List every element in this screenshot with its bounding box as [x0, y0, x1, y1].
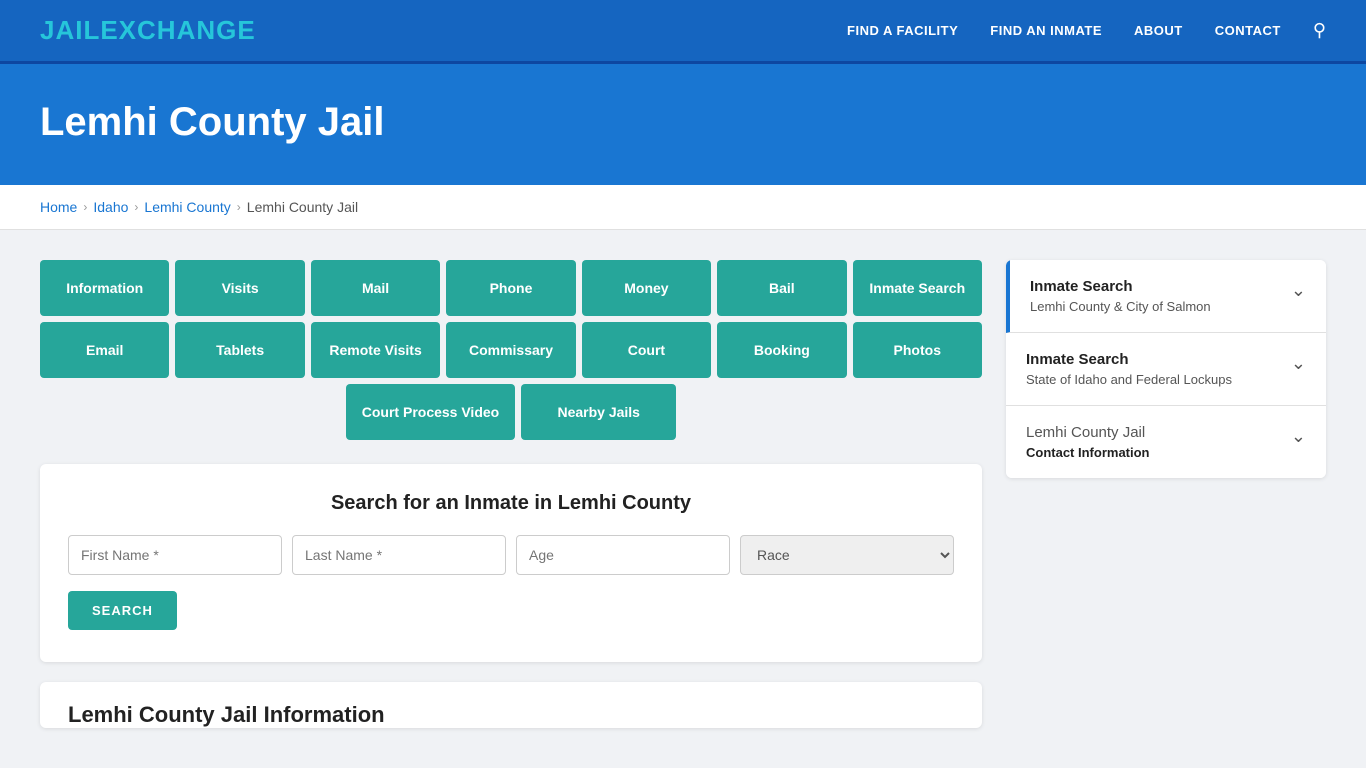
first-name-input[interactable] [68, 535, 282, 575]
search-icon[interactable]: ⚲ [1313, 20, 1326, 41]
btn-court[interactable]: Court [582, 322, 711, 378]
btn-nearby-jails[interactable]: Nearby Jails [521, 384, 676, 440]
search-button[interactable]: SEARCH [68, 591, 177, 630]
age-input[interactable] [516, 535, 730, 575]
logo-jail: JAIL [40, 15, 100, 45]
breadcrumb: Home › Idaho › Lemhi County › Lemhi Coun… [0, 185, 1366, 230]
sidebar-item-2[interactable]: Inmate Search State of Idaho and Federal… [1006, 333, 1326, 406]
find-inmate-link[interactable]: FIND AN INMATE [990, 23, 1102, 38]
nav-links: FIND A FACILITY FIND AN INMATE ABOUT CON… [847, 20, 1326, 41]
btn-mail[interactable]: Mail [311, 260, 440, 316]
sidebar-card: Inmate Search Lemhi County & City of Sal… [1006, 260, 1326, 478]
section-heading: Lemhi County Jail Information [40, 682, 982, 728]
hero-section: Lemhi County Jail [0, 64, 1366, 185]
btn-booking[interactable]: Booking [717, 322, 846, 378]
chevron-down-icon-2: ⌄ [1291, 353, 1306, 374]
btn-money[interactable]: Money [582, 260, 711, 316]
contact-link[interactable]: CONTACT [1215, 23, 1281, 38]
btn-remote-visits[interactable]: Remote Visits [311, 322, 440, 378]
btn-tablets[interactable]: Tablets [175, 322, 304, 378]
btn-inmate-search[interactable]: Inmate Search [853, 260, 982, 316]
breadcrumb-idaho[interactable]: Idaho [93, 199, 128, 215]
sep2: › [134, 200, 138, 214]
btn-court-process-video[interactable]: Court Process Video [346, 384, 515, 440]
sidebar-item-2-title: Inmate Search [1026, 351, 1232, 368]
left-column: Information Visits Mail Phone Money Bail… [40, 260, 982, 728]
search-panel: Search for an Inmate in Lemhi County Rac… [40, 464, 982, 662]
sep3: › [237, 200, 241, 214]
logo-exchange: EXCHANGE [100, 15, 255, 45]
race-select[interactable]: Race [740, 535, 954, 575]
breadcrumb-county[interactable]: Lemhi County [144, 199, 230, 215]
find-facility-link[interactable]: FIND A FACILITY [847, 23, 958, 38]
buttons-row1: Information Visits Mail Phone Money Bail… [40, 260, 982, 316]
chevron-down-icon-1: ⌄ [1291, 280, 1306, 301]
sidebar-item-3-text: Lemhi County Jail Contact Information [1026, 424, 1150, 460]
buttons-row3: Court Process Video Nearby Jails [40, 384, 982, 440]
btn-email[interactable]: Email [40, 322, 169, 378]
chevron-down-icon-3: ⌄ [1291, 426, 1306, 447]
btn-bail[interactable]: Bail [717, 260, 846, 316]
main-content: Information Visits Mail Phone Money Bail… [0, 230, 1366, 758]
sep1: › [83, 200, 87, 214]
buttons-row2: Email Tablets Remote Visits Commissary C… [40, 322, 982, 378]
breadcrumb-home[interactable]: Home [40, 199, 77, 215]
sidebar-item-1-subtitle: Lemhi County & City of Salmon [1030, 299, 1211, 314]
btn-information[interactable]: Information [40, 260, 169, 316]
info-section: Lemhi County Jail Information [40, 682, 982, 728]
about-link[interactable]: ABOUT [1134, 23, 1183, 38]
sidebar-item-2-subtitle: State of Idaho and Federal Lockups [1026, 372, 1232, 387]
sidebar-item-3[interactable]: Lemhi County Jail Contact Information ⌄ [1006, 406, 1326, 478]
btn-commissary[interactable]: Commissary [446, 322, 575, 378]
sidebar-item-1-title: Inmate Search [1030, 278, 1211, 295]
last-name-input[interactable] [292, 535, 506, 575]
site-logo[interactable]: JAILEXCHANGE [40, 15, 256, 46]
sidebar-item-2-text: Inmate Search State of Idaho and Federal… [1026, 351, 1232, 387]
sidebar-item-3-subtitle: Contact Information [1026, 445, 1150, 460]
btn-photos[interactable]: Photos [853, 322, 982, 378]
search-fields: Race [68, 535, 954, 575]
right-sidebar: Inmate Search Lemhi County & City of Sal… [1006, 260, 1326, 478]
btn-visits[interactable]: Visits [175, 260, 304, 316]
btn-phone[interactable]: Phone [446, 260, 575, 316]
search-title: Search for an Inmate in Lemhi County [68, 492, 954, 515]
sidebar-item-3-title: Lemhi County Jail [1026, 424, 1150, 441]
sidebar-item-1[interactable]: Inmate Search Lemhi County & City of Sal… [1006, 260, 1326, 333]
breadcrumb-current: Lemhi County Jail [247, 199, 358, 215]
page-title: Lemhi County Jail [40, 100, 1326, 145]
sidebar-item-1-text: Inmate Search Lemhi County & City of Sal… [1030, 278, 1211, 314]
